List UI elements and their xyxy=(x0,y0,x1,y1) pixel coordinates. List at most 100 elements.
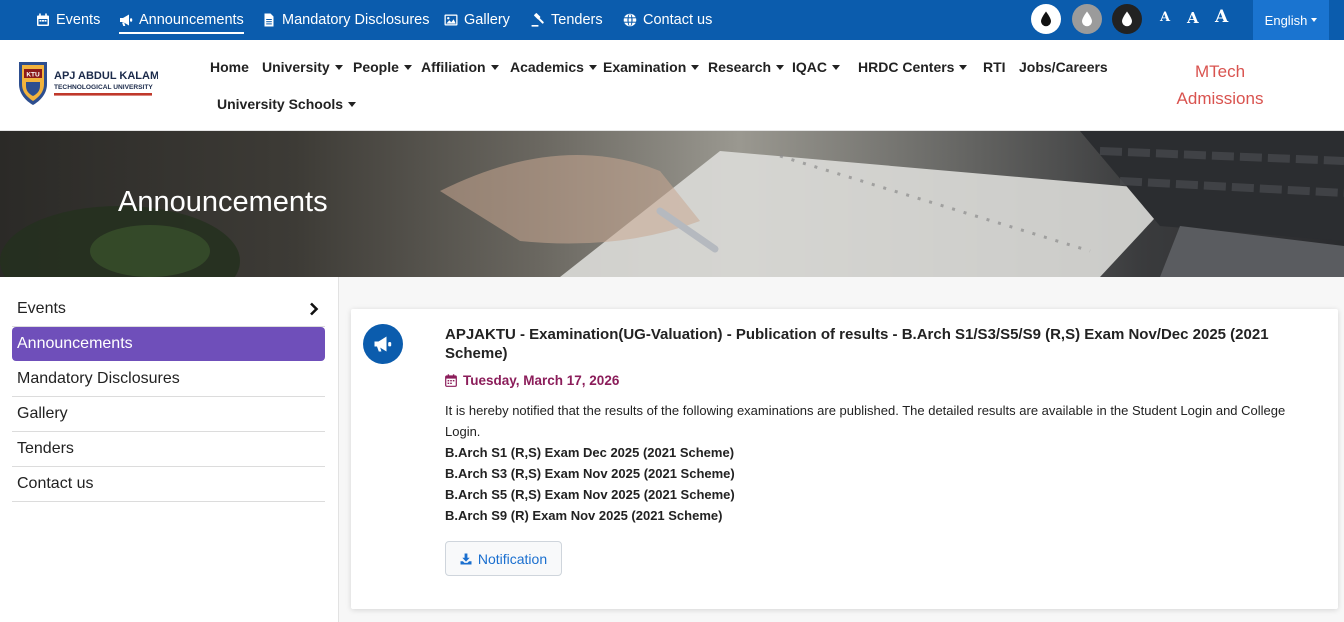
top-link-mandatory-disclosures[interactable]: Mandatory Disclosures xyxy=(262,0,429,40)
globe-icon xyxy=(623,13,637,27)
top-link-label: Events xyxy=(56,12,101,28)
top-link-label: Tenders xyxy=(551,12,603,28)
announcement-card: APJAKTU - Examination(UG-Valuation) - Pu… xyxy=(351,309,1338,609)
sidebar-item-gallery[interactable]: Gallery xyxy=(12,397,325,432)
result-line: B.Arch S9 (R) Exam Nov 2025 (2021 Scheme… xyxy=(445,508,723,523)
megaphone-icon xyxy=(120,14,133,26)
sidebar-item-label: Mandatory Disclosures xyxy=(17,370,180,387)
chevron-down-icon xyxy=(776,64,785,70)
sidebar-item-label: Events xyxy=(17,300,66,317)
font-size-medium-button[interactable]: A xyxy=(1187,9,1199,27)
nav-label: Academics xyxy=(510,59,584,75)
top-link-events[interactable]: Events xyxy=(36,0,100,40)
top-utility-bar: Events Announcements Mandatory Disclosur… xyxy=(0,0,1344,40)
drop-icon xyxy=(1122,11,1132,27)
announcement-date-text: Tuesday, March 17, 2026 xyxy=(463,373,620,388)
top-link-contact[interactable]: Contact us xyxy=(623,0,712,40)
calendar-icon xyxy=(445,374,457,387)
nav-rti[interactable]: RTI xyxy=(983,59,1006,75)
announcement-body: It is hereby notified that the results o… xyxy=(445,400,1315,526)
chevron-down-icon xyxy=(588,64,597,70)
nav-label: RTI xyxy=(983,59,1006,75)
announcement-intro: It is hereby notified that the results o… xyxy=(445,403,1286,439)
nav-label: University xyxy=(262,59,330,75)
nav-examination[interactable]: Examination xyxy=(603,59,700,75)
nav-label: IQAC xyxy=(792,59,827,75)
result-line: B.Arch S1 (R,S) Exam Dec 2025 (2021 Sche… xyxy=(445,445,735,460)
calendar-icon xyxy=(37,13,49,26)
nav-label: HRDC Centers xyxy=(858,59,955,75)
mtech-line1: MTech xyxy=(1194,62,1246,81)
announcement-title[interactable]: APJAKTU - Examination(UG-Valuation) - Pu… xyxy=(445,325,1325,363)
contrast-normal-button[interactable] xyxy=(1031,4,1061,34)
logo-emblem-icon: KTU APJ ABDUL KALAM TECHNOLOGICAL UNIVER… xyxy=(19,62,159,105)
mtech-line2: Admissions xyxy=(1176,89,1264,108)
contrast-grey-button[interactable] xyxy=(1072,4,1102,34)
main-navbar: KTU APJ ABDUL KALAM TECHNOLOGICAL UNIVER… xyxy=(0,40,1344,131)
chevron-down-icon xyxy=(691,64,700,70)
nav-academics[interactable]: Academics xyxy=(510,59,597,75)
sidebar-item-events[interactable]: Events xyxy=(12,292,325,327)
nav-home[interactable]: Home xyxy=(210,59,249,75)
page-banner: Announcements xyxy=(0,131,1344,277)
nav-label: Examination xyxy=(603,59,687,75)
logo-name-line2: TECHNOLOGICAL UNIVERSITY xyxy=(54,84,153,91)
page-title: Announcements xyxy=(118,186,328,218)
drop-icon xyxy=(1082,11,1092,27)
top-link-tenders[interactable]: Tenders xyxy=(531,0,603,40)
nav-label: Research xyxy=(708,59,772,75)
notification-button-label: Notification xyxy=(477,550,548,567)
university-logo[interactable]: KTU APJ ABDUL KALAM TECHNOLOGICAL UNIVER… xyxy=(18,60,159,108)
top-link-label: Contact us xyxy=(643,12,713,28)
nav-label: People xyxy=(353,59,399,75)
language-label: English xyxy=(1264,12,1308,28)
language-dropdown[interactable]: English xyxy=(1253,0,1329,40)
result-line: B.Arch S5 (R,S) Exam Nov 2025 (2021 Sche… xyxy=(445,487,735,502)
nav-iqac[interactable]: IQAC xyxy=(792,59,840,75)
top-link-label: Mandatory Disclosures xyxy=(282,12,430,28)
contrast-dark-button[interactable] xyxy=(1112,4,1142,34)
nav-university-schools[interactable]: University Schools xyxy=(217,96,357,112)
sidebar-item-label: Contact us xyxy=(17,475,94,492)
sidebar-item-announcements[interactable]: Announcements xyxy=(12,327,325,361)
nav-university[interactable]: University xyxy=(262,59,343,75)
sidebar-item-label: Announcements xyxy=(17,335,133,352)
sidebar-item-tenders[interactable]: Tenders xyxy=(12,432,325,467)
drop-icon xyxy=(1041,11,1051,27)
logo-name-line1: APJ ABDUL KALAM xyxy=(54,70,158,82)
nav-people[interactable]: People xyxy=(353,59,412,75)
nav-affiliation[interactable]: Affiliation xyxy=(421,59,499,75)
mtech-admissions-link[interactable]: MTech Admissions xyxy=(1160,58,1280,112)
megaphone-icon xyxy=(374,336,392,352)
font-size-small-button[interactable]: A xyxy=(1160,10,1170,25)
sidebar: Events Announcements Mandatory Disclosur… xyxy=(12,292,325,502)
top-link-label: Gallery xyxy=(464,12,510,28)
result-line: B.Arch S3 (R,S) Exam Nov 2025 (2021 Sche… xyxy=(445,466,735,481)
nav-label: Jobs/Careers xyxy=(1019,59,1108,75)
nav-label: Affiliation xyxy=(421,59,486,75)
sidebar-item-mandatory-disclosures[interactable]: Mandatory Disclosures xyxy=(12,362,325,397)
chevron-down-icon xyxy=(1311,18,1318,22)
nav-label: Home xyxy=(210,59,249,75)
chevron-down-icon xyxy=(832,64,840,70)
announcement-icon-badge xyxy=(363,324,403,364)
chevron-down-icon xyxy=(334,64,343,70)
sidebar-item-label: Tenders xyxy=(17,440,74,457)
chevron-down-icon xyxy=(490,64,499,70)
nav-research[interactable]: Research xyxy=(708,59,785,75)
top-link-announcements[interactable]: Announcements xyxy=(119,0,244,40)
nav-hrdc-centers[interactable]: HRDC Centers xyxy=(858,59,968,75)
sidebar-item-label: Gallery xyxy=(17,405,68,422)
notification-download-button[interactable]: Notification xyxy=(445,541,562,576)
font-size-large-button[interactable]: A xyxy=(1215,7,1228,27)
sidebar-item-contact[interactable]: Contact us xyxy=(12,467,325,502)
document-icon xyxy=(264,13,274,27)
logo-emblem-text: KTU xyxy=(26,72,40,79)
top-link-label: Announcements xyxy=(139,12,244,28)
nav-label: University Schools xyxy=(217,96,344,112)
gavel-icon xyxy=(531,13,544,27)
top-link-gallery[interactable]: Gallery xyxy=(444,0,510,40)
chevron-down-icon xyxy=(348,101,357,107)
announcement-date: Tuesday, March 17, 2026 xyxy=(445,373,619,388)
nav-jobs-careers[interactable]: Jobs/Careers xyxy=(1019,59,1108,75)
